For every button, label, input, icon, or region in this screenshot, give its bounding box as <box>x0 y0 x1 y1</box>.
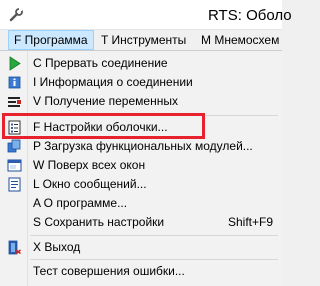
program-dropdown-menu: C Прервать соединение I Информация о сое… <box>0 50 282 286</box>
menu-item-label: P Загрузка функциональных модулей... <box>33 139 253 153</box>
menu-item-label: I Информация о соединении <box>33 75 193 89</box>
menu-item-get-variables[interactable]: V Получение переменных <box>0 92 282 111</box>
modules-icon <box>7 139 21 153</box>
variables-icon <box>8 97 21 107</box>
window-title: RTS: Оболо <box>208 7 292 24</box>
menu-tools[interactable]: T Инструменты <box>96 30 191 50</box>
menu-item-error-test[interactable]: Тест совершения ошибки... <box>0 262 282 281</box>
messages-icon <box>8 177 21 192</box>
menu-item-label: V Получение переменных <box>33 94 178 108</box>
wrench-icon[interactable] <box>8 7 24 23</box>
menu-item-load-modules[interactable]: P Загрузка функциональных модулей... <box>0 137 282 156</box>
menu-item-about[interactable]: A О программе... <box>0 194 282 213</box>
menu-item-label: A О программе... <box>33 196 128 210</box>
play-icon <box>9 56 21 71</box>
menu-item-disconnect[interactable]: C Прервать соединение <box>0 54 282 73</box>
menu-item-label: L Окно сообщений... <box>33 177 147 191</box>
annotation-highlight-box <box>2 113 205 139</box>
menu-item-label: S Сохранить настройки <box>33 215 165 229</box>
menu-item-exit[interactable]: X Выход <box>0 238 282 257</box>
window-icon <box>7 159 22 172</box>
info-icon <box>8 76 21 89</box>
menu-item-label: Тест совершения ошибки... <box>33 264 185 278</box>
menu-bar: F Программа T Инструменты M Мнемосхем <box>0 30 282 50</box>
menu-separator <box>30 235 278 236</box>
menu-mnemonic[interactable]: M Мнемосхем <box>196 30 284 50</box>
menu-item-messages-window[interactable]: L Окно сообщений... <box>0 175 282 194</box>
menu-item-always-on-top[interactable]: W Поверх всех окон <box>0 156 282 175</box>
menu-item-label: X Выход <box>33 240 81 254</box>
menu-separator <box>30 259 278 260</box>
title-bar: RTS: Оболо <box>0 0 292 30</box>
exit-icon <box>8 240 21 255</box>
menu-item-label: W Поверх всех окон <box>33 158 146 172</box>
menu-item-save-settings[interactable]: S Сохранить настройки Shift+F9 <box>0 213 282 232</box>
menu-item-connection-info[interactable]: I Информация о соединении <box>0 73 282 92</box>
menu-item-label: C Прервать соединение <box>33 56 168 70</box>
menu-program[interactable]: F Программа <box>8 30 94 50</box>
shortcut-label: Shift+F9 <box>227 215 273 229</box>
